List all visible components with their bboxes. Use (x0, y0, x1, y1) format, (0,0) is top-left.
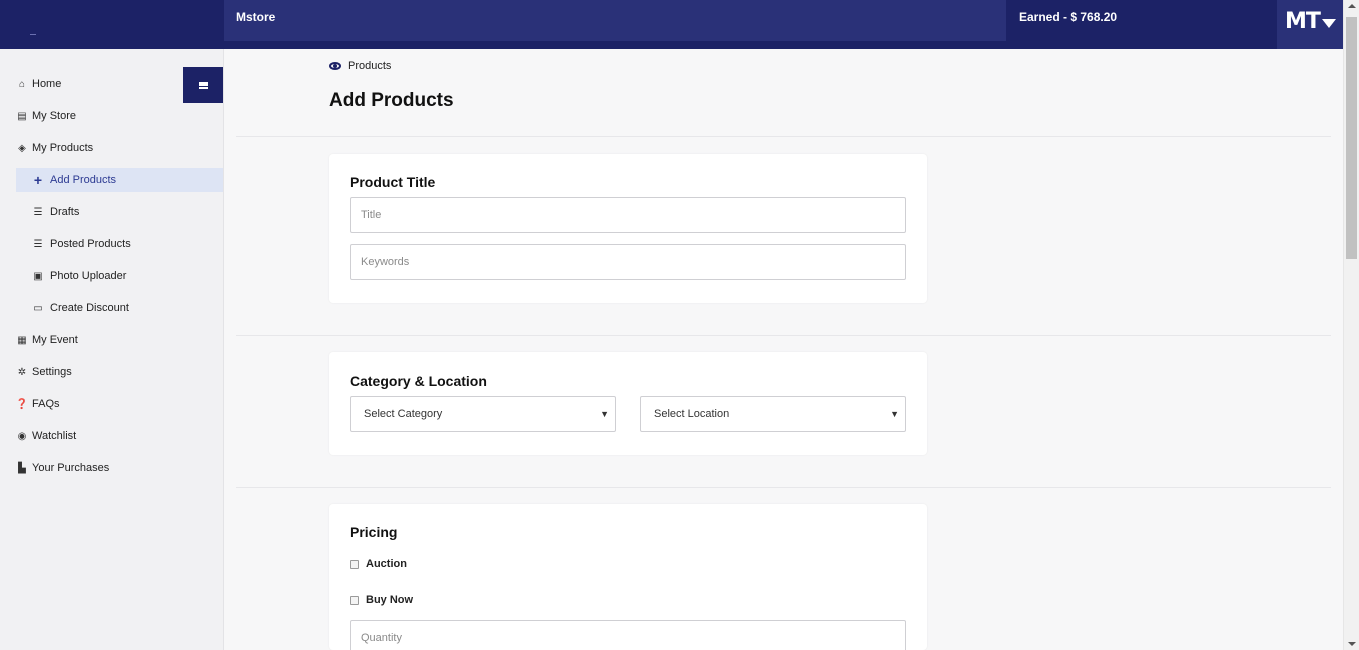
sidebar-item-add-products[interactable]: + Add Products (16, 168, 223, 192)
checkbox-box[interactable] (350, 595, 359, 605)
sidebar-item-faqs[interactable]: ❓ FAQs (16, 392, 223, 416)
list-icon: ☰ (33, 206, 43, 218)
scroll-down-arrow-icon[interactable] (1348, 642, 1356, 646)
category-location-card: Category & Location Select Category ▼ Se… (329, 352, 927, 455)
category-select-value: Select Category (364, 408, 443, 420)
sidebar-item-my-store[interactable]: ▤ My Store (16, 104, 223, 128)
sidebar-item-label: Photo Uploader (50, 270, 127, 282)
caret-down-icon (1322, 19, 1336, 28)
earned-amount: Earned - $ 768.20 (1019, 10, 1118, 24)
bag-icon: ▙ (18, 462, 26, 474)
top-bar: Mstore Earned - $ 768.20 MT (0, 0, 1343, 49)
sidebar-item-my-event[interactable]: ▦ My Event (16, 328, 223, 352)
sidebar-item-label: Your Purchases (32, 462, 110, 474)
sidebar-item-label: My Products (32, 142, 94, 154)
brand-mark (30, 34, 36, 35)
sidebar-item-your-purchases[interactable]: ▙ Your Purchases (16, 456, 223, 480)
calendar-icon: ▦ (17, 334, 27, 346)
breadcrumb: Products (329, 60, 391, 72)
chevron-down-icon: ▼ (600, 409, 609, 419)
user-menu-button[interactable]: MT (1277, 0, 1343, 49)
title-input[interactable]: Title (350, 197, 906, 233)
list-icon: ☰ (33, 238, 43, 250)
sidebar-toggle-button[interactable] (183, 67, 223, 103)
sidebar-item-settings[interactable]: ✲ Settings (16, 360, 223, 384)
layers-icon: ◈ (18, 142, 26, 154)
sidebar-item-label: Drafts (50, 206, 80, 218)
store-icon: ▤ (17, 110, 27, 122)
gear-icon: ✲ (17, 366, 27, 378)
pricing-heading: Pricing (350, 524, 398, 540)
scrollbar-thumb[interactable] (1346, 17, 1357, 259)
keywords-input[interactable]: Keywords (350, 244, 906, 280)
hamburger-icon (198, 81, 208, 89)
sidebar-item-drafts[interactable]: ☰ Drafts (16, 200, 223, 224)
sidebar-item-watchlist[interactable]: ◉ Watchlist (16, 424, 223, 448)
sidebar-item-label: My Event (32, 334, 78, 346)
sidebar-item-my-products[interactable]: ◈ My Products (16, 136, 223, 160)
buy-now-checkbox[interactable]: Buy Now (350, 594, 413, 606)
sidebar-item-label: Home (32, 78, 62, 90)
product-title-card: Product Title Title Keywords (329, 154, 927, 303)
sidebar-item-label: Add Products (50, 174, 117, 186)
category-location-heading: Category & Location (350, 373, 487, 389)
sidebar-item-label: Create Discount (50, 302, 129, 314)
scroll-up-arrow-icon[interactable] (1348, 4, 1356, 8)
sidebar-item-posted-products[interactable]: ☰ Posted Products (16, 232, 223, 256)
eye-icon (329, 62, 341, 70)
app-title[interactable]: Mstore (236, 10, 275, 24)
sidebar-item-create-discount[interactable]: ▭ Create Discount (16, 296, 223, 320)
user-initials: MT (1285, 9, 1321, 34)
title-bar: Mstore (224, 0, 1006, 41)
question-icon: ❓ (15, 398, 29, 410)
page-title: Add Products (329, 90, 454, 111)
sidebar-item-label: FAQs (32, 398, 60, 410)
brand-area (0, 0, 224, 49)
sidebar-item-label: Posted Products (50, 238, 131, 250)
auction-checkbox[interactable]: Auction (350, 558, 407, 570)
page-scrollbar[interactable] (1343, 0, 1359, 650)
divider (236, 136, 1331, 137)
auction-label: Auction (366, 558, 407, 570)
divider (236, 335, 1331, 336)
quantity-input[interactable]: Quantity (350, 620, 906, 650)
home-icon: ⌂ (18, 78, 26, 90)
sidebar-item-label: Watchlist (32, 430, 77, 442)
product-title-heading: Product Title (350, 174, 436, 190)
sidebar-item-photo-uploader[interactable]: ▣ Photo Uploader (16, 264, 223, 288)
sidebar-item-label: My Store (32, 110, 77, 122)
location-select-value: Select Location (654, 408, 730, 420)
pricing-card: Pricing Auction Buy Now Quantity (329, 504, 927, 650)
divider (236, 487, 1331, 488)
buy-now-label: Buy Now (366, 594, 414, 606)
plus-icon: + (33, 172, 43, 188)
images-icon: ▣ (33, 270, 43, 282)
eye-icon: ◉ (17, 430, 27, 442)
money-icon: ▭ (33, 302, 43, 314)
location-select[interactable]: Select Location ▼ (640, 396, 906, 432)
breadcrumb-products-link[interactable]: Products (348, 60, 391, 72)
checkbox-box[interactable] (350, 559, 359, 569)
sidebar-item-label: Settings (32, 366, 72, 378)
category-select[interactable]: Select Category ▼ (350, 396, 616, 432)
chevron-down-icon: ▼ (890, 409, 899, 419)
